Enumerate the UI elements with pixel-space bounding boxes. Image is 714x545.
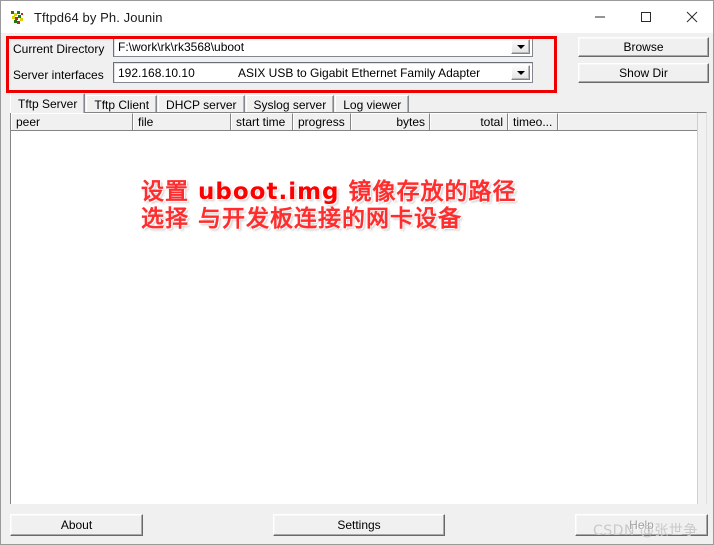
vertical-scrollbar[interactable] xyxy=(697,113,706,504)
browse-button[interactable]: Browse xyxy=(578,37,709,57)
column-header-bytes[interactable]: bytes xyxy=(351,113,430,130)
current-directory-label: Current Directory xyxy=(13,42,105,56)
column-header-progress[interactable]: progress xyxy=(293,113,351,130)
title-bar: Tftpd64 by Ph. Jounin xyxy=(1,1,713,33)
transfer-list: peer file start time progress bytes tota… xyxy=(10,112,707,505)
caption-button-group xyxy=(577,1,713,33)
column-header-spacer[interactable] xyxy=(558,113,699,130)
chevron-down-icon[interactable] xyxy=(511,65,530,80)
current-directory-value: F:\work\rk\rk3568\uboot xyxy=(118,39,245,54)
current-directory-combo[interactable]: F:\work\rk\rk3568\uboot xyxy=(113,36,533,57)
close-button[interactable] xyxy=(669,1,713,33)
maximize-button[interactable] xyxy=(623,1,669,33)
column-header-peer[interactable]: peer xyxy=(11,113,133,130)
tab-tftp-server[interactable]: Tftp Server xyxy=(10,93,86,113)
help-button[interactable]: Help xyxy=(575,514,708,536)
tab-log-viewer[interactable]: Log viewer xyxy=(335,95,410,113)
show-dir-button[interactable]: Show Dir xyxy=(578,63,709,83)
column-header-timeout[interactable]: timeo... xyxy=(508,113,558,130)
transfer-list-header: peer file start time progress bytes tota… xyxy=(11,113,706,131)
transfer-list-body xyxy=(11,131,706,504)
close-icon xyxy=(686,11,698,23)
maximize-icon xyxy=(641,12,651,22)
window-title: Tftpd64 by Ph. Jounin xyxy=(34,9,163,25)
server-interface-adapter: ASIX USB to Gigabit Ethernet Family Adap… xyxy=(238,65,481,80)
minimize-button[interactable] xyxy=(577,1,623,33)
column-header-file[interactable]: file xyxy=(133,113,231,130)
column-header-total[interactable]: total xyxy=(430,113,508,130)
column-header-start-time[interactable]: start time xyxy=(231,113,293,130)
about-button[interactable]: About xyxy=(10,514,143,536)
tftpd-app-icon xyxy=(9,8,27,26)
chevron-down-icon[interactable] xyxy=(511,39,530,54)
server-interfaces-combo[interactable]: 192.168.10.10 ASIX USB to Gigabit Ethern… xyxy=(113,62,533,83)
tab-syslog-server[interactable]: Syslog server xyxy=(245,95,335,113)
server-interfaces-label: Server interfaces xyxy=(13,68,104,82)
tab-strip: Tftp Server Tftp Client DHCP server Sysl… xyxy=(10,93,410,113)
footer-bar: About Settings Help xyxy=(2,504,713,544)
minimize-icon xyxy=(595,16,605,18)
header-panel: Current Directory F:\work\rk\rk3568\uboo… xyxy=(2,33,713,93)
tftpd64-window: Tftpd64 by Ph. Jounin Current Directory … xyxy=(0,0,714,545)
tab-tftp-client[interactable]: Tftp Client xyxy=(86,95,158,113)
server-interface-ip: 192.168.10.10 xyxy=(118,65,195,80)
settings-button[interactable]: Settings xyxy=(273,514,445,536)
tab-dhcp-server[interactable]: DHCP server xyxy=(158,95,245,113)
